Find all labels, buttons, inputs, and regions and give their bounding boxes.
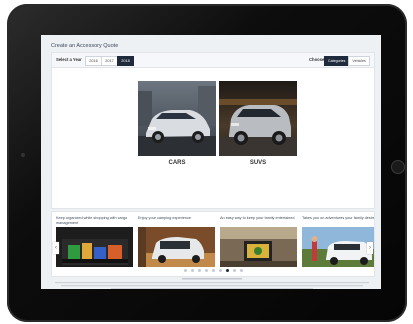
promo-item-adventure[interactable]: Takes you on adventures your family desi… xyxy=(302,216,375,267)
carousel-dot[interactable] xyxy=(239,269,243,272)
promo-item-entertainment[interactable]: An easy way to keep your family entertai… xyxy=(220,216,297,267)
promo-image-camping xyxy=(138,227,215,267)
camera-icon xyxy=(21,153,25,157)
promo-image-entertainment xyxy=(220,227,297,267)
year-label: Select a Year xyxy=(56,57,82,62)
carousel-dot[interactable] xyxy=(218,269,222,272)
suvs-image xyxy=(219,81,297,156)
promo-carousel: Keep organized while shopping with cargo… xyxy=(51,211,375,277)
year-button-2018[interactable]: 2018 xyxy=(117,56,134,66)
year-button-2016[interactable]: 2016 xyxy=(85,56,102,66)
category-label-suvs: SUVS xyxy=(249,160,267,166)
chevron-right-icon: › xyxy=(369,245,371,251)
page-title: Create an Accessory Quote xyxy=(51,43,119,49)
year-button-group: 2016 2017 2018 xyxy=(85,56,134,66)
filter-bar: Select a Year 2016 2017 2018 Choose Cate… xyxy=(52,53,374,68)
choose-vehicles-button[interactable]: Vehicles xyxy=(348,56,370,66)
carousel-dot[interactable] xyxy=(190,269,194,272)
promo-text: Takes you on adventures your family desi… xyxy=(302,216,375,220)
carousel-dot[interactable] xyxy=(211,269,215,272)
carousel-dots xyxy=(52,269,374,272)
carousel-next-button[interactable]: › xyxy=(367,242,373,254)
carousel-dot[interactable] xyxy=(225,269,229,272)
promo-image-adventure xyxy=(302,227,374,267)
promo-item-cargo[interactable]: Keep organized while shopping with cargo… xyxy=(56,216,133,267)
year-button-2017[interactable]: 2017 xyxy=(101,56,118,66)
choose-button-group: Categories Vehicles xyxy=(324,56,370,66)
category-label-cars: CARS xyxy=(168,160,186,166)
promo-text: An easy way to keep your family entertai… xyxy=(220,216,295,220)
carousel-dot[interactable] xyxy=(232,269,236,272)
choose-label: Choose xyxy=(309,57,325,62)
carousel-dot[interactable] xyxy=(204,269,208,272)
home-button[interactable] xyxy=(391,160,405,174)
app-screen: Create an Accessory Quote Select a Year … xyxy=(41,35,381,289)
fine-print xyxy=(55,278,369,289)
promo-text: Keep organized while shopping with cargo… xyxy=(56,216,128,225)
carousel-prev-button[interactable]: ‹ xyxy=(53,242,59,254)
carousel-dot[interactable] xyxy=(197,269,201,272)
category-tile-suvs[interactable] xyxy=(219,81,297,156)
carousel-dot[interactable] xyxy=(183,269,187,272)
promo-text: Enjoy your camping experience xyxy=(138,216,191,220)
chevron-left-icon: ‹ xyxy=(55,245,57,251)
promo-image-cargo xyxy=(56,227,133,267)
promo-item-camping[interactable]: Enjoy your camping experience xyxy=(138,216,215,267)
choose-categories-button[interactable]: Categories xyxy=(324,56,350,66)
page-footer xyxy=(51,277,373,289)
cars-image xyxy=(138,81,216,156)
category-card: Select a Year 2016 2017 2018 Choose Cate… xyxy=(51,52,375,209)
category-tile-cars[interactable] xyxy=(138,81,216,156)
